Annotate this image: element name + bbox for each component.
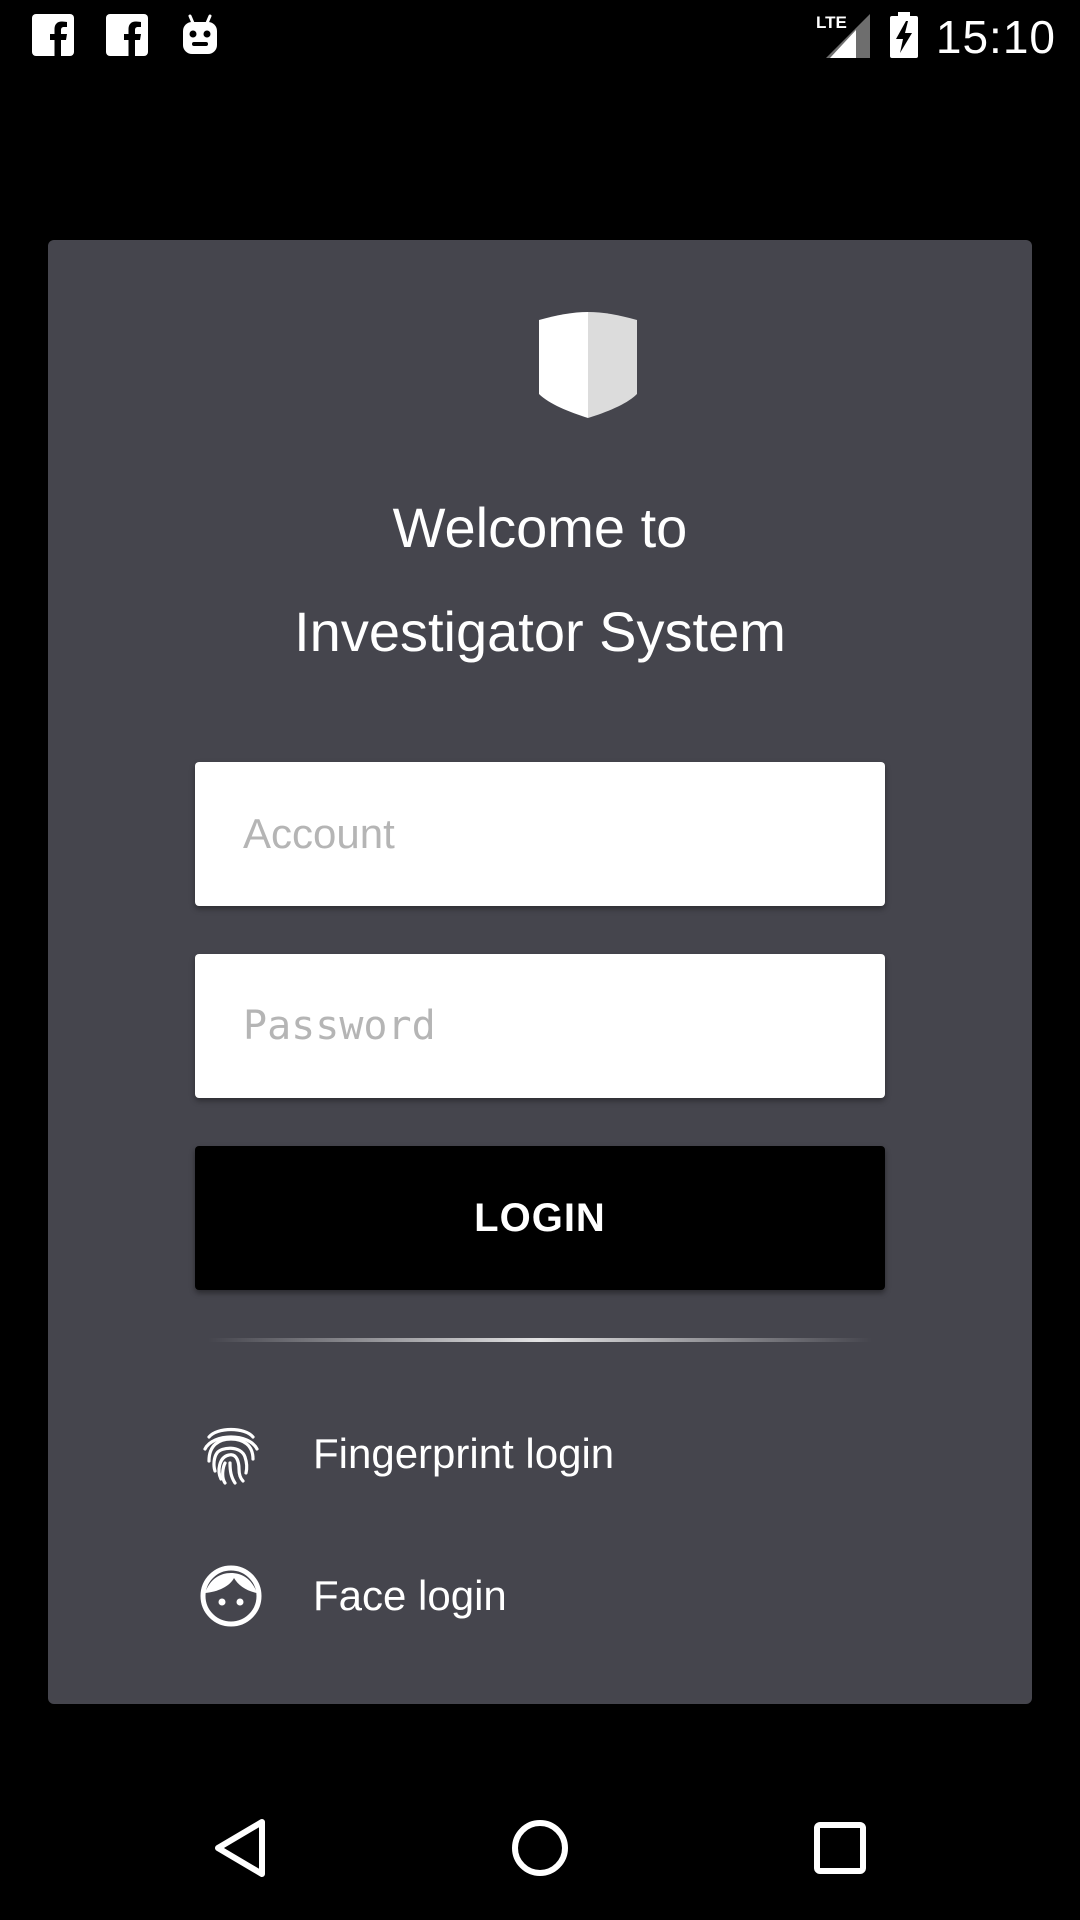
face-login-label: Face login [313, 1572, 507, 1619]
svg-text:LTE: LTE [816, 13, 847, 32]
back-icon [212, 1818, 268, 1883]
divider [208, 1338, 872, 1342]
face-icon [199, 1564, 263, 1628]
welcome-title-line1: Welcome to [392, 496, 688, 559]
home-button[interactable] [500, 1812, 580, 1888]
system-status: LTE 15:10 [816, 10, 1056, 64]
welcome-title: Welcome to Investigator System [48, 476, 1032, 684]
facebook-icon [106, 14, 148, 61]
status-bar: LTE 15:10 [0, 0, 1080, 72]
password-input[interactable] [195, 954, 885, 1098]
recents-button[interactable] [800, 1812, 880, 1888]
fingerprint-login-label: Fingerprint login [313, 1430, 615, 1477]
welcome-title-line2: Investigator System [294, 600, 786, 663]
fingerprint-icon [199, 1422, 263, 1486]
shield-icon [539, 312, 637, 423]
face-login-button[interactable]: Face login [195, 1546, 885, 1646]
account-input[interactable] [195, 762, 885, 906]
navigation-bar [0, 1776, 1080, 1920]
lte-signal-icon: LTE [816, 12, 872, 63]
fingerprint-login-button[interactable]: Fingerprint login [195, 1404, 885, 1504]
notification-icons [32, 14, 220, 61]
status-time: 15:10 [935, 11, 1056, 63]
recents-icon [813, 1821, 867, 1880]
android-icon [180, 14, 220, 61]
battery-charging-icon [889, 11, 918, 63]
account-field-container [195, 762, 885, 906]
password-field-container [195, 954, 885, 1098]
back-button[interactable] [200, 1812, 280, 1888]
home-icon [510, 1818, 570, 1883]
login-card: Welcome to Investigator System LOGIN Fin… [48, 240, 1032, 1704]
login-button[interactable]: LOGIN [195, 1146, 885, 1290]
facebook-icon [32, 14, 74, 61]
